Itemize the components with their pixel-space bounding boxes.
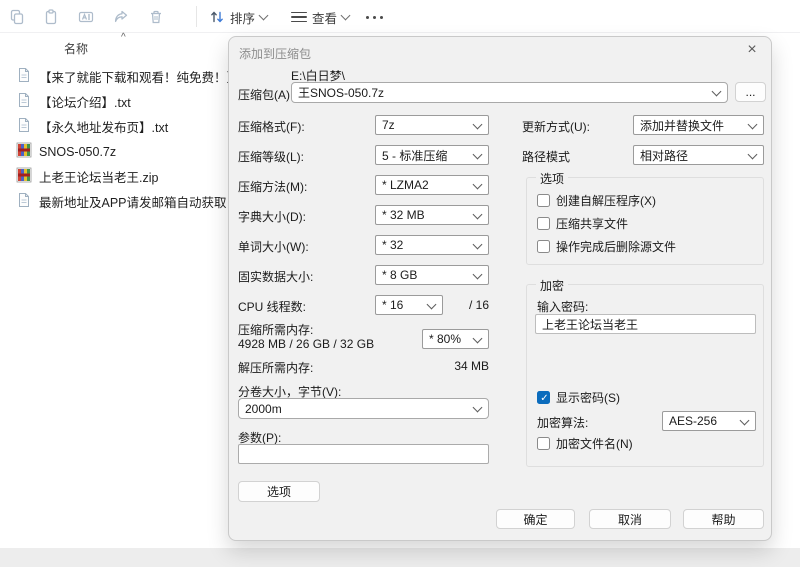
view-button[interactable]: 查看 (291, 7, 349, 27)
delete-after-checkbox-row[interactable]: 操作完成后删除源文件 (537, 238, 676, 255)
show-password-checkbox[interactable] (537, 391, 550, 404)
volume-size-combobox[interactable]: 2000m (238, 398, 489, 419)
sort-button[interactable]: 排序 (209, 7, 267, 27)
close-icon[interactable]: × (743, 41, 761, 59)
format-dropdown[interactable]: 7z (375, 115, 489, 135)
browse-button[interactable]: ... (735, 82, 766, 102)
sort-arrows-icon (209, 9, 225, 25)
format-label: 压缩格式(F): (238, 118, 305, 135)
file-row[interactable]: 【论坛介绍】.txt (0, 89, 228, 114)
text-file-icon (16, 67, 32, 86)
winrar-archive-icon (16, 142, 32, 161)
delete-icon[interactable] (147, 8, 165, 26)
solid-block-dropdown[interactable]: * 8 GB (375, 265, 489, 285)
share-icon[interactable] (112, 8, 130, 26)
sfx-checkbox[interactable] (537, 194, 550, 207)
solid-block-label: 固实数据大小: (238, 268, 313, 285)
word-size-label: 单词大小(W): (238, 238, 309, 255)
view-lines-icon (291, 12, 307, 23)
encryption-group-title: 加密 (536, 277, 568, 294)
method-dropdown[interactable]: * LZMA2 (375, 175, 489, 195)
encrypt-names-checkbox[interactable] (537, 437, 550, 450)
level-dropdown[interactable]: 5 - 标准压缩 (375, 145, 489, 165)
shared-files-checkbox-row[interactable]: 压缩共享文件 (537, 215, 628, 232)
memory-compress-label: 压缩所需内存: (238, 321, 313, 338)
ok-button[interactable]: 确定 (496, 509, 575, 529)
window-bottom-edge (0, 548, 800, 567)
sfx-checkbox-row[interactable]: 创建自解压程序(X) (537, 192, 656, 209)
memory-compress-detail: 4928 MB / 26 GB / 32 GB (238, 337, 374, 351)
winrar-archive-icon (16, 167, 32, 186)
method-label: 压缩方法(M): (238, 178, 307, 195)
file-row[interactable]: SNOS-050.7z (0, 139, 228, 164)
update-mode-dropdown[interactable]: 添加并替换文件 (633, 115, 764, 135)
cpu-threads-dropdown[interactable]: * 16 (375, 295, 443, 315)
options-button[interactable]: 选项 (238, 481, 320, 502)
more-options-button[interactable] (366, 7, 383, 27)
toolbar-divider (196, 6, 197, 27)
archive-name-combobox[interactable]: 王SNOS-050.7z (291, 82, 728, 103)
password-label: 输入密码: (537, 298, 588, 315)
shared-files-checkbox[interactable] (537, 217, 550, 230)
show-password-checkbox-row[interactable]: 显示密码(S) (537, 389, 620, 406)
password-input[interactable] (535, 314, 756, 334)
options-group-title: 选项 (536, 170, 568, 187)
cancel-button[interactable]: 取消 (589, 509, 671, 529)
encryption-method-label: 加密算法: (537, 414, 588, 431)
chevron-down-icon (341, 10, 351, 20)
delete-after-checkbox[interactable] (537, 240, 550, 253)
dialog-title: 添加到压缩包 (239, 45, 311, 62)
view-label: 查看 (312, 8, 337, 27)
memory-percent-dropdown[interactable]: * 80% (422, 329, 489, 349)
memory-decompress-label: 解压所需内存: (238, 359, 313, 376)
parameters-input[interactable] (238, 444, 489, 464)
explorer-toolbar: 排序 查看 (0, 0, 800, 33)
word-size-dropdown[interactable]: * 32 (375, 235, 489, 255)
file-row[interactable]: 最新地址及APP请发邮箱自动获取！！！.. (0, 189, 228, 214)
text-file-icon (16, 192, 32, 211)
path-mode-dropdown[interactable]: 相对路径 (633, 145, 764, 165)
ellipsis-icon (366, 16, 383, 19)
cpu-threads-label: CPU 线程数: (238, 298, 306, 315)
file-row[interactable]: 【来了就能下载和观看！纯免费！】.txt (0, 64, 228, 89)
sort-label: 排序 (230, 8, 255, 27)
encryption-method-dropdown[interactable]: AES-256 (662, 411, 756, 431)
text-file-icon (16, 117, 32, 136)
file-list: 【来了就能下载和观看！纯免费！】.txt 【论坛介绍】.txt 【永久地址发布页… (0, 64, 228, 214)
file-row[interactable]: 【永久地址发布页】.txt (0, 114, 228, 139)
archive-label: 压缩包(A) (238, 86, 290, 103)
copy-icon[interactable] (8, 8, 26, 26)
paste-icon[interactable] (42, 8, 60, 26)
sort-ascending-indicator[interactable]: ^ (121, 32, 126, 43)
add-to-archive-dialog: 添加到压缩包 × 压缩包(A) E:\白日梦\ 王SNOS-050.7z ...… (228, 36, 772, 541)
cpu-threads-max: / 16 (461, 298, 489, 312)
chevron-down-icon (259, 10, 269, 20)
dictionary-dropdown[interactable]: * 32 MB (375, 205, 489, 225)
help-button[interactable]: 帮助 (683, 509, 764, 529)
file-row[interactable]: 上老王论坛当老王.zip (0, 164, 228, 189)
column-header-name[interactable]: 名称 (64, 40, 88, 57)
update-mode-label: 更新方式(U): (522, 118, 590, 135)
rename-icon[interactable] (77, 8, 95, 26)
dictionary-label: 字典大小(D): (238, 208, 306, 225)
path-mode-label: 路径模式 (522, 148, 570, 165)
encrypt-names-checkbox-row[interactable]: 加密文件名(N) (537, 435, 633, 452)
level-label: 压缩等级(L): (238, 148, 304, 165)
memory-decompress-value: 34 MB (419, 359, 489, 373)
text-file-icon (16, 92, 32, 111)
